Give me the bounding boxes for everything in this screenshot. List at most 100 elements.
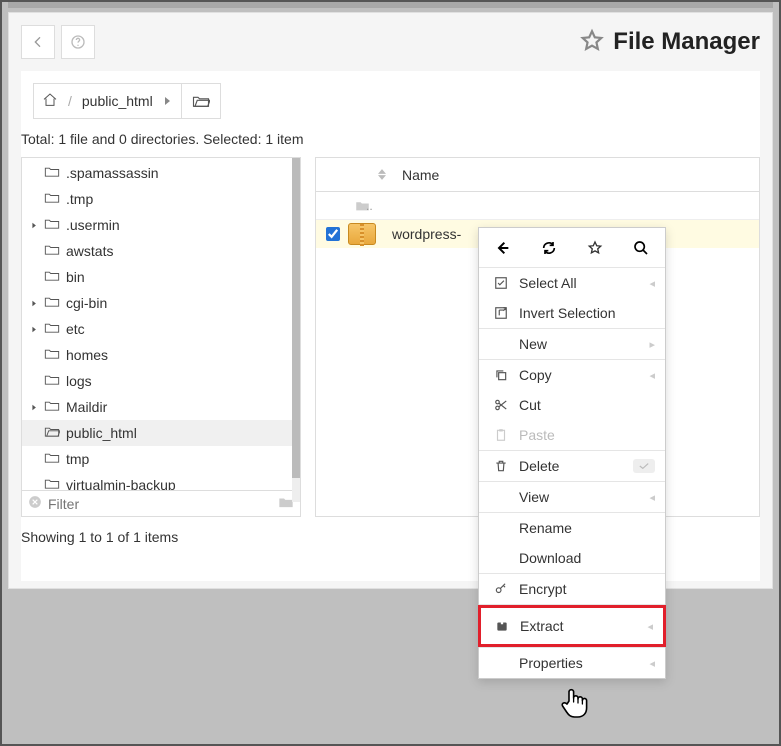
status-text: Total: 1 file and 0 directories. Selecte… xyxy=(21,131,760,157)
ctx-back-button[interactable] xyxy=(493,240,513,256)
tree-item[interactable]: etc xyxy=(22,316,300,342)
ctx-select-all[interactable]: Select All ◂ xyxy=(479,268,665,298)
ctx-properties[interactable]: Properties ◂ xyxy=(479,648,665,678)
expand-caret-icon[interactable] xyxy=(30,404,38,411)
folder-icon xyxy=(44,399,60,415)
tree-item-label: virtualmin-backup xyxy=(66,477,176,490)
folder-icon xyxy=(44,243,60,259)
pointer-cursor-icon xyxy=(560,684,590,718)
tree-item-label: logs xyxy=(66,373,92,389)
copy-icon xyxy=(493,368,509,382)
trash-icon xyxy=(493,459,509,473)
tree-item-label: homes xyxy=(66,347,108,363)
folder-open-icon xyxy=(44,425,60,441)
tree-item[interactable]: tmp xyxy=(22,446,300,472)
folder-icon xyxy=(44,451,60,467)
page-title: File Manager xyxy=(613,28,760,56)
back-button[interactable] xyxy=(21,25,55,59)
tree-item-label: public_html xyxy=(66,425,137,441)
tree-scrollbar[interactable] xyxy=(292,158,300,502)
home-icon[interactable] xyxy=(42,92,58,111)
folder-icon xyxy=(44,373,60,389)
open-folder-button[interactable] xyxy=(181,83,221,119)
arrow-left-icon xyxy=(30,34,46,50)
filter-input[interactable] xyxy=(48,496,272,512)
tree-item[interactable]: bin xyxy=(22,264,300,290)
tree-item[interactable]: public_html xyxy=(22,420,300,446)
ctx-refresh-button[interactable] xyxy=(539,240,559,256)
submenu-arrow-icon: ◂ xyxy=(647,620,653,633)
clipboard-icon xyxy=(493,428,509,442)
folder-icon xyxy=(44,269,60,285)
sort-toggle[interactable] xyxy=(372,169,392,180)
ctx-download[interactable]: Download xyxy=(479,543,665,573)
folder-icon xyxy=(44,165,60,181)
tree-item[interactable]: .spamassassin xyxy=(22,160,300,186)
ctx-search-button[interactable] xyxy=(631,240,651,256)
scissors-icon xyxy=(493,398,509,412)
submenu-arrow-icon: ▸ xyxy=(649,338,655,351)
folder-icon xyxy=(44,191,60,207)
ctx-encrypt[interactable]: Encrypt xyxy=(479,574,665,604)
tree-item-label: cgi-bin xyxy=(66,295,107,311)
ctx-view[interactable]: View ◂ xyxy=(479,482,665,512)
expand-caret-icon[interactable] xyxy=(30,326,38,333)
ctx-extract[interactable]: Extract ◂ xyxy=(478,605,666,647)
ctx-cut[interactable]: Cut xyxy=(479,390,665,420)
column-header-name[interactable]: Name xyxy=(392,167,439,183)
submenu-arrow-icon: ◂ xyxy=(649,657,655,670)
tree-item-label: .usermin xyxy=(66,217,120,233)
folder-icon xyxy=(44,347,60,363)
submenu-arrow-icon: ◂ xyxy=(649,369,655,382)
tree-item-label: .spamassassin xyxy=(66,165,159,181)
ctx-rename[interactable]: Rename xyxy=(479,513,665,543)
extract-icon xyxy=(494,619,510,633)
chevron-right-icon xyxy=(163,93,173,109)
tree-item[interactable]: virtualmin-backup xyxy=(22,472,300,490)
tree-item-label: bin xyxy=(66,269,85,285)
tree-item-label: awstats xyxy=(66,243,113,259)
tree-item-label: etc xyxy=(66,321,85,337)
breadcrumb: / public_html xyxy=(21,83,760,119)
folder-icon xyxy=(44,321,60,337)
folder-icon xyxy=(44,295,60,311)
breadcrumb-bar[interactable]: / public_html xyxy=(33,83,182,119)
tree-item[interactable]: logs xyxy=(22,368,300,394)
ctx-delete[interactable]: Delete xyxy=(479,451,665,481)
archive-icon xyxy=(348,223,376,245)
ctx-invert-selection[interactable]: Invert Selection xyxy=(479,298,665,328)
tree-item-label: tmp xyxy=(66,451,89,467)
tree-item-label: .tmp xyxy=(66,191,93,207)
tree-item[interactable]: .usermin xyxy=(22,212,300,238)
ctx-paste: Paste xyxy=(479,420,665,450)
tree-item[interactable]: .tmp xyxy=(22,186,300,212)
expand-caret-icon[interactable] xyxy=(30,222,38,229)
check-square-icon xyxy=(493,276,509,290)
file-name: wordpress- xyxy=(382,226,461,242)
parent-folder-row[interactable]: .. xyxy=(316,192,759,220)
folder-icon xyxy=(44,477,60,490)
folder-icon xyxy=(44,217,60,233)
key-icon xyxy=(493,582,509,596)
submenu-arrow-icon: ◂ xyxy=(649,277,655,290)
ctx-favorite-button[interactable] xyxy=(585,240,605,256)
invert-icon xyxy=(493,306,509,320)
ctx-new[interactable]: New ▸ xyxy=(479,329,665,359)
tree-item-label: Maildir xyxy=(66,399,107,415)
tree-item[interactable]: awstats xyxy=(22,238,300,264)
help-button[interactable] xyxy=(61,25,95,59)
breadcrumb-item[interactable]: public_html xyxy=(82,93,153,109)
delete-badge-icon xyxy=(633,459,655,473)
clear-filter-icon[interactable] xyxy=(28,495,42,512)
question-icon xyxy=(70,34,86,50)
folder-tree: .spamassassin .tmp .usermin awstats bin cgi-b… xyxy=(21,157,301,517)
row-checkbox[interactable] xyxy=(326,227,340,241)
submenu-arrow-icon: ◂ xyxy=(649,491,655,504)
ctx-copy[interactable]: Copy ◂ xyxy=(479,360,665,390)
tree-item[interactable]: cgi-bin xyxy=(22,290,300,316)
context-menu: Select All ◂ Invert Selection New ▸ Copy… xyxy=(478,227,666,679)
favorite-star-icon[interactable] xyxy=(579,28,605,57)
tree-item[interactable]: homes xyxy=(22,342,300,368)
tree-item[interactable]: Maildir xyxy=(22,394,300,420)
expand-caret-icon[interactable] xyxy=(30,300,38,307)
